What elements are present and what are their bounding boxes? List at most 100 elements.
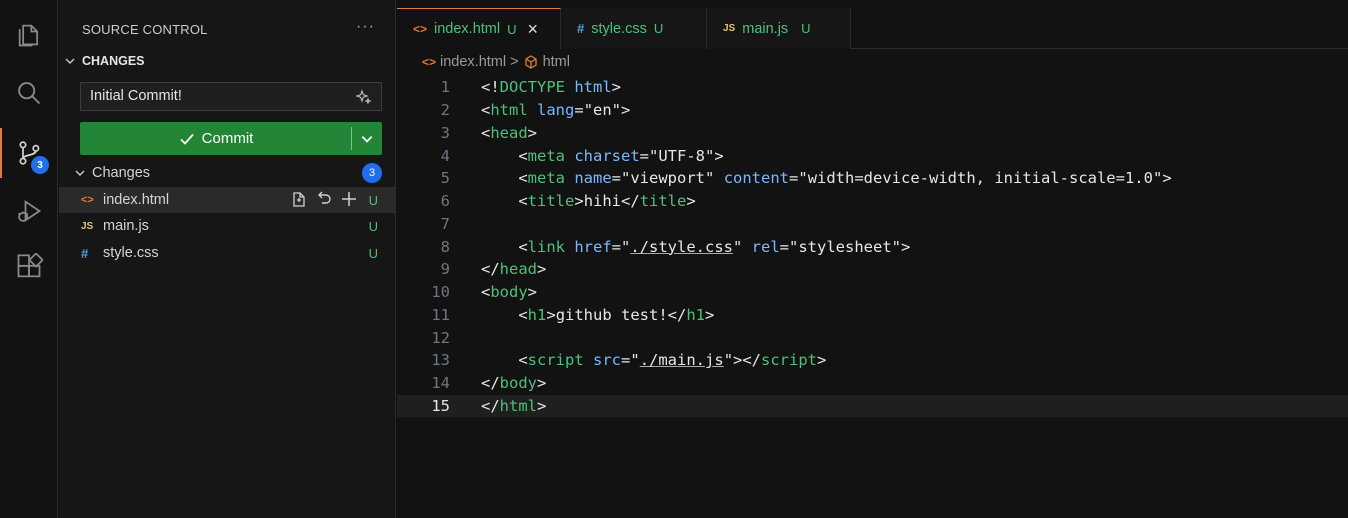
html-file-icon: <>	[413, 22, 428, 36]
line-number: 12	[431, 328, 450, 347]
code-text: <title>hihi</title>	[481, 192, 696, 211]
code-line: 4 <meta charset="UTF-8">	[397, 144, 1348, 167]
code-text: <!DOCTYPE html>	[481, 78, 622, 97]
changes-label: Changes	[92, 165, 151, 181]
code-text: <h1>github test!</h1>	[481, 305, 715, 324]
js-file-icon: JS	[81, 220, 94, 232]
search-button[interactable]	[0, 68, 58, 118]
search-icon	[18, 82, 41, 105]
css-file-icon: #	[81, 245, 89, 261]
activity-bar: 3	[0, 0, 58, 518]
line-number: 15	[431, 396, 450, 415]
breadcrumb-file[interactable]: index.html	[440, 54, 506, 70]
commit-message-text: Initial Commit!	[90, 88, 182, 104]
explorer-icon	[18, 24, 39, 47]
html-file-icon: <>	[422, 55, 437, 69]
commit-message-input[interactable]: Initial Commit!	[80, 82, 382, 111]
commit-label: Commit	[201, 130, 254, 147]
line-number: 4	[440, 146, 450, 165]
code-line: 2 <html lang="en">	[397, 99, 1348, 122]
chevron-down-icon	[65, 58, 75, 64]
line-number: 11	[431, 305, 450, 324]
sparkle-icon[interactable]	[356, 89, 372, 105]
changes-section-header[interactable]: CHANGES	[64, 54, 145, 68]
file-status: U	[368, 218, 378, 234]
tab-status: U	[801, 21, 811, 36]
line-number: 8	[440, 237, 450, 256]
code-line: 12	[397, 326, 1348, 349]
code-editor[interactable]: 1 <!DOCTYPE html> 2 <html lang="en"> 3 <…	[397, 76, 1348, 418]
extensions-icon	[17, 253, 43, 278]
file-status: U	[368, 245, 378, 261]
code-line: 7	[397, 213, 1348, 236]
list-item[interactable]: # style.css U	[59, 240, 396, 266]
code-text: </html>	[481, 396, 547, 415]
open-file-icon[interactable]	[290, 190, 308, 208]
code-text: </head>	[481, 260, 547, 279]
html-file-icon: <>	[81, 194, 94, 206]
list-item[interactable]: JS main.js U	[59, 213, 396, 239]
source-control-button[interactable]: 3	[0, 128, 58, 178]
line-number: 14	[431, 374, 450, 393]
code-line: 8 <link href="./style.css" rel="styleshe…	[397, 235, 1348, 258]
line-number: 5	[440, 169, 450, 188]
stage-changes-icon[interactable]	[340, 190, 358, 208]
commit-button[interactable]: Commit	[80, 122, 351, 155]
line-number: 9	[440, 260, 450, 279]
tab-status: U	[653, 21, 664, 36]
line-number: 10	[431, 283, 450, 302]
breadcrumb-separator: >	[510, 54, 519, 70]
editor-area: <> index.html U × # style.css U JS main.…	[397, 0, 1348, 518]
run-debug-button[interactable]	[0, 186, 58, 236]
line-number: 6	[440, 192, 450, 211]
file-name: main.js	[103, 218, 149, 234]
file-name: style.css	[103, 245, 159, 261]
changes-group[interactable]: Changes 3	[59, 161, 396, 185]
code-text: <link href="./style.css" rel="stylesheet…	[481, 237, 911, 256]
code-line: 3 <head>	[397, 122, 1348, 145]
code-line: 6 <title>hihi</title>	[397, 190, 1348, 213]
code-line: 10 <body>	[397, 281, 1348, 304]
commit-dropdown-button[interactable]	[352, 122, 382, 155]
tab-label: index.html	[434, 21, 501, 37]
line-number: 13	[431, 351, 450, 370]
breadcrumb: <> index.html > html	[422, 54, 570, 70]
code-line: 13 <script src="./main.js"></script>	[397, 349, 1348, 372]
discard-changes-icon[interactable]	[315, 190, 333, 208]
extensions-button[interactable]	[0, 242, 58, 292]
list-item[interactable]: <> index.html U	[59, 187, 396, 213]
line-number: 3	[440, 123, 450, 142]
code-text: <html lang="en">	[481, 101, 631, 120]
section-title: CHANGES	[82, 54, 145, 68]
code-text: <meta charset="UTF-8">	[481, 146, 724, 165]
chevron-down-icon	[361, 135, 373, 143]
commit-button-group: Commit	[80, 122, 382, 155]
close-icon[interactable]: ×	[528, 19, 539, 40]
symbol-element-icon	[524, 55, 537, 69]
tab-index-html[interactable]: <> index.html U ×	[397, 8, 561, 49]
file-actions	[290, 190, 358, 208]
line-number: 7	[440, 214, 450, 233]
run-debug-icon	[18, 200, 42, 222]
code-line: 14 </body>	[397, 372, 1348, 395]
tab-style-css[interactable]: # style.css U	[561, 8, 707, 49]
code-text: <body>	[481, 283, 538, 302]
tab-main-js[interactable]: JS main.js U	[707, 8, 851, 49]
code-line: 9 </head>	[397, 258, 1348, 281]
line-number: 1	[440, 78, 450, 97]
explorer-button[interactable]	[0, 10, 58, 60]
code-text: </body>	[481, 374, 547, 393]
check-icon	[180, 133, 194, 145]
file-name: index.html	[103, 192, 170, 208]
css-file-icon: #	[577, 21, 585, 36]
code-line: 5 <meta name="viewport" content="width=d…	[397, 167, 1348, 190]
panel-title: SOURCE CONTROL	[82, 22, 208, 37]
breadcrumb-symbol[interactable]: html	[543, 54, 570, 70]
tab-label: style.css	[591, 20, 647, 37]
code-text: <script src="./main.js"></script>	[481, 351, 827, 370]
changes-count-badge: 3	[362, 163, 382, 183]
js-file-icon: JS	[723, 23, 736, 34]
more-actions-button[interactable]: ···	[356, 18, 375, 36]
code-line: 11 <h1>github test!</h1>	[397, 304, 1348, 327]
line-number: 2	[440, 101, 450, 120]
